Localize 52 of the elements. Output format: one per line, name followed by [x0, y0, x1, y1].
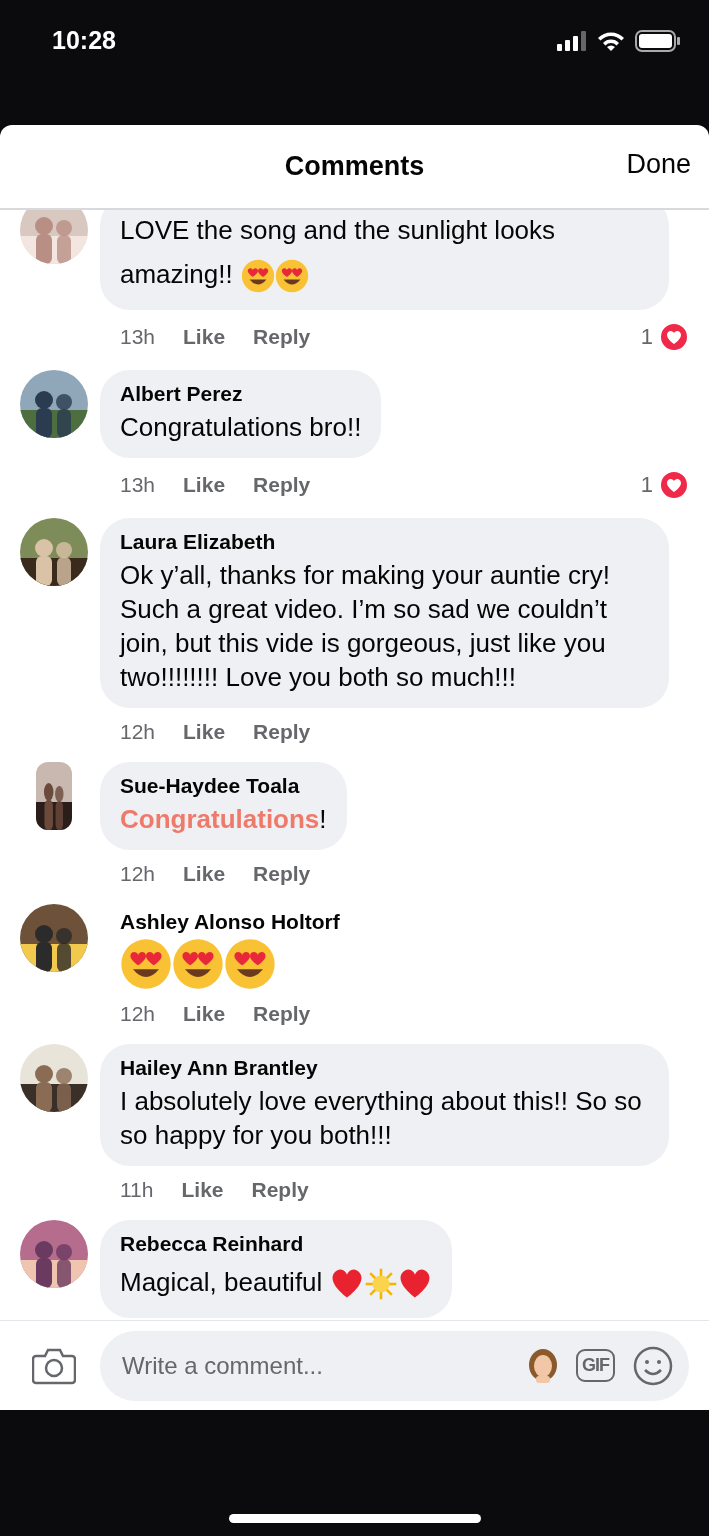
camera-icon[interactable]	[32, 1346, 76, 1385]
author-name[interactable]: Rebecca Reinhard	[120, 1232, 433, 1256]
sheet-title: Comments	[284, 151, 425, 182]
reply-button[interactable]: Reply	[253, 325, 311, 349]
comment-time: 12h	[120, 1002, 156, 1026]
wifi-icon	[597, 31, 625, 51]
gif-button[interactable]: GIF	[576, 1349, 615, 1382]
heart-eyes-emoji-icon	[172, 938, 224, 990]
comment-text: LOVE the song and the sunlight looks	[120, 214, 556, 247]
like-button[interactable]: Like	[183, 325, 226, 349]
like-button[interactable]: Like	[183, 720, 226, 744]
battery-icon	[635, 30, 681, 52]
comment-time: 13h	[120, 473, 156, 497]
comment-time: 11h	[120, 1178, 154, 1202]
heart-eyes-emoji-icon	[120, 938, 172, 990]
author-name[interactable]: Sue-Haydee Toala	[120, 774, 327, 798]
comment-time: 12h	[120, 862, 156, 886]
comment-text: Magical, beautiful	[120, 1266, 323, 1299]
comment-text: I absolutely love everything about this!! So so so happy for you both!!!	[120, 1085, 643, 1152]
like-button[interactable]: Like	[181, 1178, 224, 1202]
like-button[interactable]: Like	[183, 862, 226, 886]
reply-button[interactable]: Reply	[253, 1002, 311, 1026]
reply-button[interactable]: Reply	[253, 720, 311, 744]
comment-field[interactable]: Write a comment... GIF	[100, 1330, 689, 1401]
comment-time: 12h	[120, 720, 156, 744]
author-name[interactable]: Ashley Alonso Holtorf	[120, 910, 340, 934]
like-button[interactable]: Like	[183, 473, 226, 497]
comment-text: Ok y’all, thanks for making your auntie cry! Such a great video. I’m so sad we couldn’t join, but this vide is gorgeous, just like you two!!!!!!!! Love you both so much!!!	[120, 559, 611, 694]
sun-emoji-icon	[364, 1267, 399, 1302]
done-button[interactable]: Done	[626, 149, 691, 180]
reaction-count: 1	[640, 324, 653, 350]
author-name[interactable]: Hailey Ann Brantley	[120, 1056, 649, 1080]
love-reaction-icon	[659, 470, 689, 500]
comment-text: Congratulations!	[120, 803, 327, 836]
like-button[interactable]: Like	[183, 1002, 226, 1026]
author-name[interactable]: Laura Elizabeth	[120, 530, 649, 554]
reaction-count: 1	[640, 472, 653, 498]
comment-time: 13h	[120, 325, 156, 349]
reply-button[interactable]: Reply	[251, 1178, 309, 1202]
signal-icon	[557, 31, 587, 51]
author-name[interactable]: Albert Perez	[120, 382, 362, 406]
comment-text: amazing!!	[120, 258, 233, 291]
reply-button[interactable]: Reply	[253, 862, 311, 886]
heart-eyes-emoji-icon	[240, 259, 275, 294]
heart-eyes-emoji-icon	[224, 938, 276, 990]
comment-text: Congratulations bro!!	[120, 411, 362, 444]
smiley-icon[interactable]	[633, 1345, 673, 1386]
status-time: 10:28	[52, 26, 116, 55]
love-reaction-icon	[659, 322, 689, 352]
heart-eyes-emoji-icon	[274, 259, 309, 294]
avatar-sticker-icon[interactable]	[528, 1348, 558, 1383]
reply-button[interactable]: Reply	[253, 473, 311, 497]
